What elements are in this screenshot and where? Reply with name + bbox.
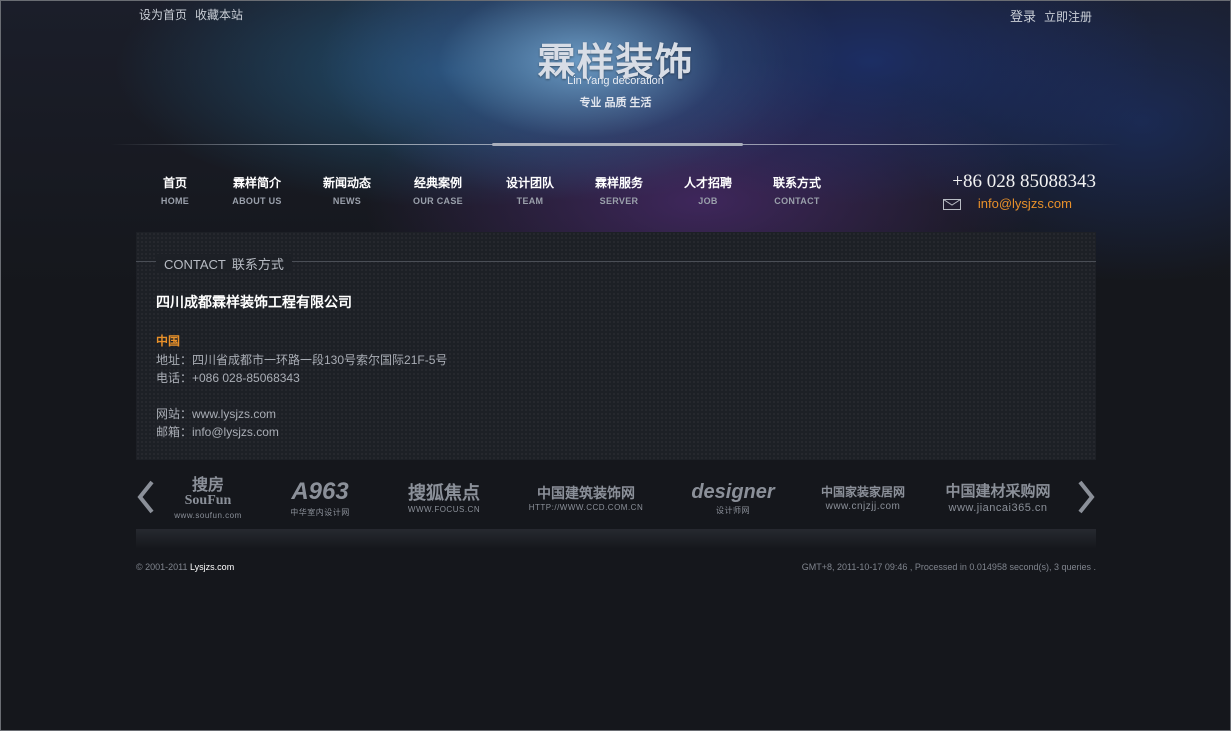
panel-title-en: CONTACT [164,257,226,272]
partner-name-alt: SouFun [184,493,232,508]
partner-logo-cnjzjj[interactable]: 中国家装家居网 www.cnjzjj.com [810,477,916,521]
partner-logo-jiancai365[interactable]: 中国建材采购网 www.jiancai365.cn [938,477,1058,521]
header-phone: +86 028 85088343 [952,171,1096,192]
nav-item-service[interactable]: 霖样服务 SERVER [574,174,664,206]
nav-label-cn: 联系方式 [772,176,821,190]
partner-name: 中国建材采购网 [945,483,1051,500]
panel-title-cn: 联系方式 [231,257,284,272]
nav-label-cn: 新闻动态 [322,176,371,190]
set-homepage-link[interactable]: 设为首页 [139,8,187,22]
nav-label-cn: 经典案例 [413,176,462,190]
nav-label-en: HOME [160,196,190,206]
logo-slogan: 专业 品质 生活 [579,97,652,109]
nav-item-team[interactable]: 设计团队 TEAM [485,174,575,206]
nav-label-cn: 霖样服务 [594,176,643,190]
nav-item-cases[interactable]: 经典案例 OUR CASE [393,174,483,206]
address-text: 地址：四川省成都市一环路一段130号索尔国际21F-5号 [156,353,448,367]
partner-logo-ccd[interactable]: 中国建筑装饰网 HTTP://WWW.CCD.COM.CN [520,477,652,521]
footer-site-link[interactable]: Lysjzs.com [190,562,234,572]
phone-text: 电话：+086 028-85068343 [156,371,300,385]
chevron-right-icon[interactable] [1076,479,1096,515]
top-links-right: 登录 立即注册 [1002,6,1092,25]
partner-name: 搜房 [191,477,224,494]
partner-url: www.cnjzjj.com [825,501,901,512]
partner-name: 搜狐焦点 [408,483,480,503]
contact-panel: CONTACT 联系方式 四川成都霖样装饰工程有限公司 中国 地址：四川省成都市一… [136,232,1096,460]
copyright-text: © 2001-2011 [136,562,191,572]
bookmark-link[interactable]: 收藏本站 [195,8,243,22]
mail-icon [943,199,961,210]
nav-item-about[interactable]: 霖样简介 ABOUT US [212,174,302,206]
partner-logo-focus[interactable]: 搜狐焦点 WWW.FOCUS.CN [396,477,492,521]
footer-copyright: © 2001-2011 Lysjzs.com [136,562,234,572]
footer-shadow [136,529,1096,549]
partner-name: 中国家装家居网 [820,485,905,499]
chevron-left-icon[interactable] [136,479,156,515]
nav-label-en: JOB [698,196,718,206]
nav-label-en: OUR CASE [413,196,463,206]
register-link[interactable]: 立即注册 [1044,10,1092,24]
nav-item-news[interactable]: 新闻动态 NEWS [302,174,392,206]
partner-url: HTTP://WWW.CCD.COM.CN [528,503,644,512]
partner-url: 设计师网 [716,506,750,515]
partner-name: designer [691,481,775,503]
partner-name: 中国建筑装饰网 [537,485,635,501]
footer-stats: GMT+8, 2011-10-17 09:46 , Processed in 0… [801,562,1096,572]
website-text: 网站：www.lysjzs.com [156,407,277,421]
nav-label-en: NEWS [332,196,362,206]
partner-url: www.soufun.com [174,511,242,520]
company-name: 四川成都霖样装饰工程有限公司 [156,294,352,310]
partner-url: WWW.FOCUS.CN [407,505,481,514]
partner-logo-a963[interactable]: A963 中华室内设计网 [270,477,370,521]
partner-url: www.jiancai365.cn [948,502,1048,514]
nav-label-en: ABOUT US [232,196,282,206]
nav-item-home[interactable]: 首页 HOME [130,174,220,206]
partner-name: A963 [291,478,349,505]
nav-label-cn: 霖样简介 [232,176,281,190]
partner-url: 中华室内设计网 [290,508,350,517]
nav-item-contact[interactable]: 联系方式 CONTACT [752,174,842,206]
top-links-left: 设为首页 收藏本站 [139,6,251,23]
nav-label-en: TEAM [516,196,544,206]
nav-label-cn: 人才招聘 [683,176,732,190]
country-label: 中国 [156,334,181,348]
logo-subtitle: Lin Yang decoration [567,75,664,87]
nav-label-en: SERVER [599,196,639,206]
panel-title: CONTACT 联系方式 [156,254,292,273]
nav-label-cn: 设计团队 [505,176,554,190]
partner-carousel: 搜房 SouFun www.soufun.com A963 中华室内设计网 搜狐… [136,471,1096,529]
nav-label-en: CONTACT [774,196,820,206]
partner-logo-soufun[interactable]: 搜房 SouFun www.soufun.com [170,477,246,521]
header-email[interactable]: info@lysjzs.com [978,196,1072,211]
mail-text: 邮箱：info@lysjzs.com [156,425,279,439]
partner-logo-designer[interactable]: designer 设计师网 [680,477,786,521]
header-divider-highlight [492,143,743,146]
login-link[interactable]: 登录 [1010,9,1036,24]
nav-label-cn: 首页 [162,176,187,190]
nav-item-job[interactable]: 人才招聘 JOB [663,174,753,206]
